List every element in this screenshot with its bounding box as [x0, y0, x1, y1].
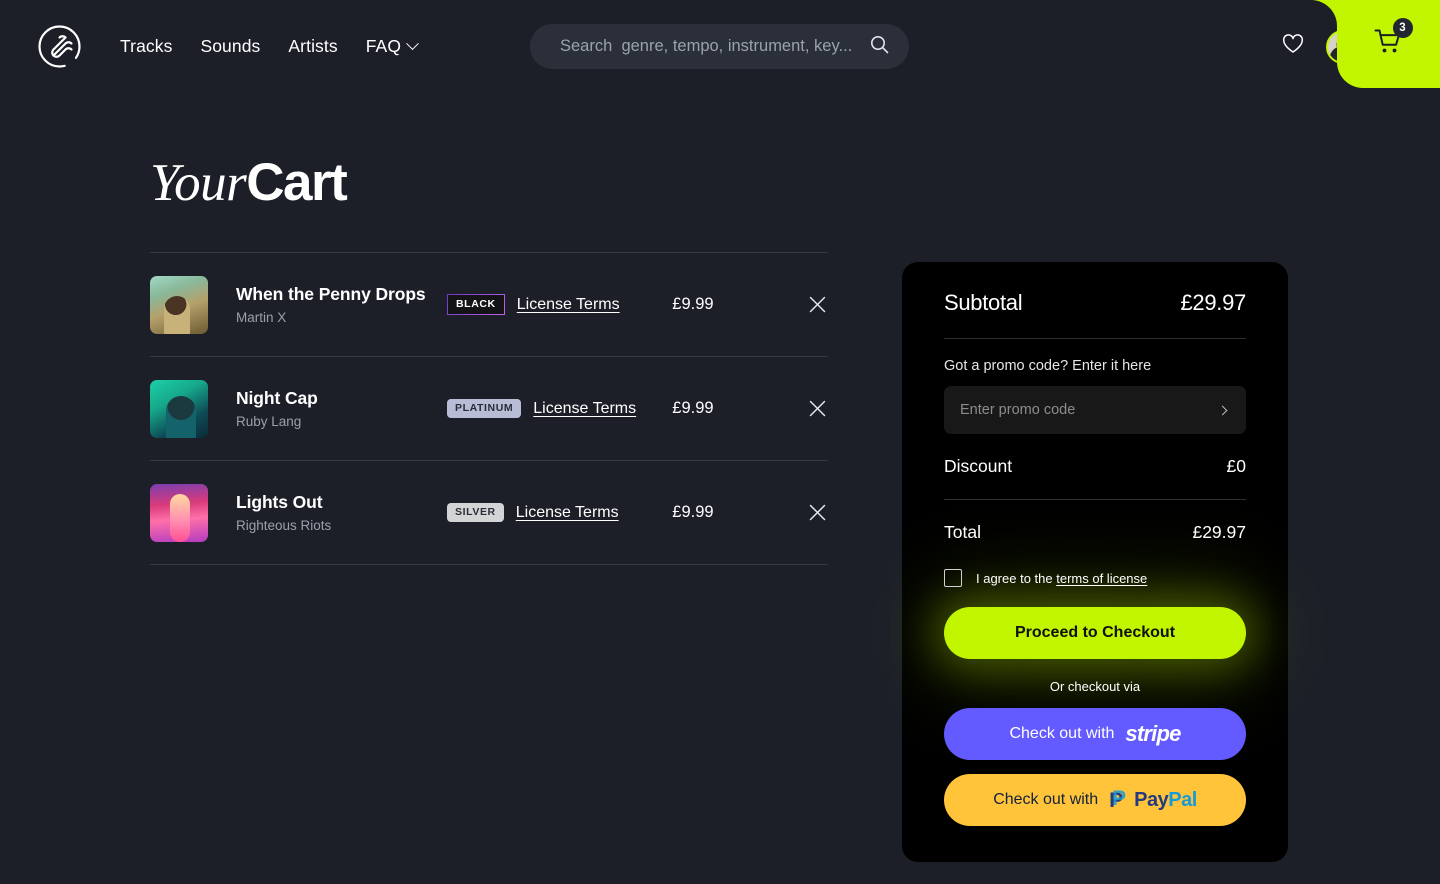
- subtotal-value: £29.97: [1180, 290, 1247, 315]
- paypal-logo: PayPal: [1134, 789, 1197, 812]
- order-summary-panel: Subtotal £29.97 Got a promo code? Enter …: [902, 262, 1288, 862]
- cart-items-list: When the Penny Drops Martin X BLACK Lice…: [150, 252, 828, 565]
- license-terms-link[interactable]: License Terms: [517, 296, 620, 314]
- cart-corner-notch: [1311, 0, 1337, 26]
- remove-item-button[interactable]: [807, 293, 828, 317]
- track-title: Night Cap: [236, 388, 318, 408]
- track-title: Lights Out: [236, 492, 323, 512]
- track-artist: Ruby Lang: [236, 414, 302, 429]
- track-artist: Martin X: [236, 310, 287, 325]
- track-meta: When the Penny Drops Martin X: [236, 284, 447, 325]
- item-price: £9.99: [672, 295, 714, 313]
- album-artwork[interactable]: [150, 275, 208, 334]
- page-title: YourCart: [150, 156, 828, 210]
- remove-item-button[interactable]: [807, 397, 828, 421]
- track-title: When the Penny Drops: [236, 284, 426, 304]
- license-cell: BLACK License Terms: [447, 294, 672, 315]
- sound-logo[interactable]: [37, 24, 82, 69]
- close-icon: [809, 296, 826, 313]
- site-header: Tracks Sounds Artists FAQ Search genre, …: [0, 0, 1440, 93]
- total-value: £29.97: [1192, 522, 1246, 542]
- nav-item-tracks[interactable]: Tracks: [120, 36, 172, 57]
- promo-code-input[interactable]: [960, 402, 1214, 418]
- terms-agreement-row: I agree to the terms of license: [944, 569, 1246, 587]
- paypal-logo-pal: Pal: [1168, 788, 1197, 811]
- wishlist-button[interactable]: [1282, 34, 1304, 59]
- terms-text: I agree to the terms of license: [976, 571, 1147, 586]
- table-row: Lights Out Righteous Riots SILVER Licens…: [150, 461, 828, 565]
- status-badge: BLACK: [447, 294, 505, 315]
- license-terms-link[interactable]: License Terms: [516, 504, 619, 522]
- stripe-button-label: Check out with: [1009, 725, 1115, 742]
- terms-text-label: I agree to the: [976, 570, 1057, 586]
- paypal-logo-pay: Pay: [1134, 788, 1169, 811]
- subtotal-label: Subtotal: [944, 290, 1023, 315]
- divider: [944, 499, 1246, 500]
- item-price: £9.99: [672, 399, 714, 417]
- stripe-logo: stripe: [1125, 721, 1181, 746]
- heart-icon: [1282, 34, 1304, 59]
- total-row: Total £29.97: [944, 522, 1246, 543]
- status-badge: SILVER: [447, 503, 504, 522]
- item-price: £9.99: [672, 503, 714, 521]
- header-actions: 3: [1282, 0, 1440, 93]
- search-icon[interactable]: [870, 35, 889, 59]
- paypal-mark-icon: PP: [1109, 786, 1127, 812]
- page-title-bold: Cart: [246, 153, 348, 212]
- cart-column: YourCart When the Penny Drops Martin X B…: [150, 93, 828, 565]
- divider: [944, 338, 1246, 339]
- primary-nav: Tracks Sounds Artists FAQ: [120, 36, 419, 57]
- checkout-with-paypal-button[interactable]: Check out with PP PayPal: [944, 774, 1246, 826]
- license-cell: PLATINUM License Terms: [447, 399, 672, 418]
- subtotal-row: Subtotal £29.97: [944, 290, 1246, 316]
- shopping-cart-icon: [1374, 29, 1404, 60]
- close-icon: [809, 504, 826, 521]
- remove-item-button[interactable]: [807, 501, 828, 525]
- discount-value: £0: [1226, 456, 1246, 476]
- nav-item-sounds[interactable]: Sounds: [200, 36, 260, 57]
- nav-label: Artists: [288, 36, 338, 56]
- main-content: YourCart When the Penny Drops Martin X B…: [0, 93, 1440, 862]
- license-cell: SILVER License Terms: [447, 503, 672, 522]
- chevron-right-icon: [1217, 405, 1227, 415]
- total-label: Total: [944, 522, 981, 542]
- discount-label: Discount: [944, 456, 1013, 476]
- search-bar[interactable]: [530, 24, 909, 69]
- nav-item-faq[interactable]: FAQ: [365, 36, 419, 57]
- terms-of-license-link[interactable]: terms of license: [1056, 571, 1147, 586]
- cart-count-badge: 3: [1392, 17, 1413, 38]
- track-meta: Lights Out Righteous Riots: [236, 492, 447, 533]
- album-artwork[interactable]: [150, 483, 208, 542]
- track-meta: Night Cap Ruby Lang: [236, 388, 447, 429]
- promo-prompt: Got a promo code? Enter it here: [944, 358, 1152, 374]
- checkout-with-stripe-button[interactable]: Check out with stripe: [944, 708, 1246, 760]
- cart-button[interactable]: 3: [1337, 0, 1440, 88]
- search-input[interactable]: [560, 37, 862, 56]
- or-checkout-via-label: Or checkout via: [1049, 679, 1141, 694]
- nav-label: Tracks: [120, 36, 173, 56]
- page-title-italic: Your: [150, 154, 247, 212]
- table-row: Night Cap Ruby Lang PLATINUM License Ter…: [150, 357, 828, 461]
- status-badge: PLATINUM: [447, 399, 522, 418]
- nav-label: FAQ: [365, 36, 402, 56]
- table-row: When the Penny Drops Martin X BLACK Lice…: [150, 253, 828, 357]
- discount-row: Discount £0: [944, 456, 1246, 477]
- close-icon: [809, 400, 826, 417]
- paypal-button-label: Check out with: [993, 791, 1099, 808]
- promo-submit-button[interactable]: [1214, 402, 1230, 418]
- album-artwork[interactable]: [150, 379, 208, 438]
- track-artist: Righteous Riots: [236, 518, 332, 533]
- nav-label: Sounds: [200, 36, 261, 56]
- terms-checkbox[interactable]: [944, 569, 962, 587]
- nav-item-artists[interactable]: Artists: [288, 36, 337, 57]
- license-terms-link[interactable]: License Terms: [533, 400, 636, 418]
- promo-code-field[interactable]: [944, 386, 1246, 434]
- proceed-to-checkout-button[interactable]: Proceed to Checkout: [944, 607, 1246, 659]
- chevron-down-icon: [406, 37, 419, 51]
